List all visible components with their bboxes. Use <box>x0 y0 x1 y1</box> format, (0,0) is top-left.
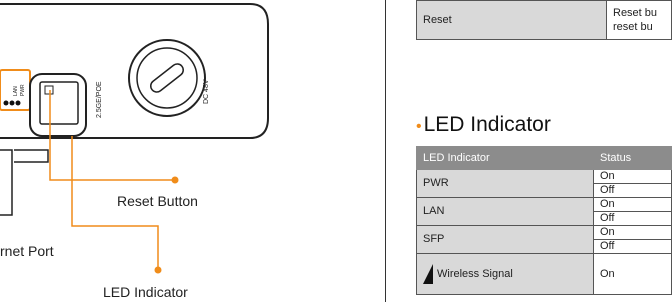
indicator-cell-wireless: Wireless Signal <box>416 253 594 295</box>
poe-port-label: 2.5GE/POE <box>96 81 103 118</box>
led-indicator-table: LED Indicator Status PWR On Off LAN On O… <box>416 146 672 295</box>
table-row: Wireless Signal On <box>416 253 672 295</box>
led-small-label-2: PWR <box>20 84 26 96</box>
status-cell: On <box>593 197 672 212</box>
wireless-signal-label: Wireless Signal <box>437 267 513 280</box>
indicator-cell-lan: LAN <box>416 197 594 226</box>
status-cell: Off <box>593 211 672 226</box>
led-indicator-callout: LED Indicator <box>103 284 188 300</box>
indicator-cell-sfp: SFP <box>416 225 594 254</box>
led-dot <box>15 100 21 106</box>
column-divider <box>385 0 386 302</box>
led-callout-dot <box>154 266 162 274</box>
reset-desc-cell: Reset bu reset bu <box>606 0 672 40</box>
led-dot <box>9 100 15 106</box>
led-dot <box>3 100 9 106</box>
wireless-signal-icon <box>423 264 433 284</box>
status-cell: Off <box>593 183 672 198</box>
status-cell: Off <box>593 239 672 254</box>
header-led-indicator: LED Indicator <box>416 146 594 170</box>
reset-table: Reset Reset bu reset bu <box>416 0 672 40</box>
indicator-cell-pwr: PWR <box>416 169 594 198</box>
status-cell: On <box>593 169 672 184</box>
dc-cap-outer <box>128 39 206 117</box>
reset-name-cell: Reset <box>416 0 607 40</box>
status-cell: On <box>593 225 672 240</box>
mount-bracket <box>0 149 13 216</box>
table-row: SFP On <box>416 225 672 254</box>
dc-cap-inner <box>136 47 198 109</box>
ethernet-port-callout: rnet Port <box>0 243 54 259</box>
bullet-dot: • <box>416 118 422 135</box>
status-cell: On <box>593 253 672 295</box>
table-row: Reset Reset bu reset bu <box>416 0 672 40</box>
led-small-label-1: LAN <box>13 86 19 96</box>
reset-pinhole <box>44 85 54 95</box>
reset-button-callout: Reset Button <box>117 193 198 209</box>
header-status: Status <box>593 146 672 170</box>
device-illustration-area: 2.5GE/POE DC 48V LAN PWR Reset Button rn… <box>0 0 300 302</box>
spec-column: Reset Reset bu reset bu •LED Indicator L… <box>410 0 672 302</box>
mount-bracket-tab <box>14 149 49 163</box>
table-row: PWR On <box>416 169 672 198</box>
reset-callout-dot <box>171 176 179 184</box>
table-row: LAN On <box>416 197 672 226</box>
dc-cap-slot <box>150 63 184 93</box>
dc-input-label: DC 48V <box>203 79 210 104</box>
table-header-row: LED Indicator Status <box>416 146 672 170</box>
ethernet-port-socket <box>39 81 79 125</box>
led-section-title: •LED Indicator <box>416 113 551 137</box>
led-section-title-text: LED Indicator <box>423 113 551 136</box>
